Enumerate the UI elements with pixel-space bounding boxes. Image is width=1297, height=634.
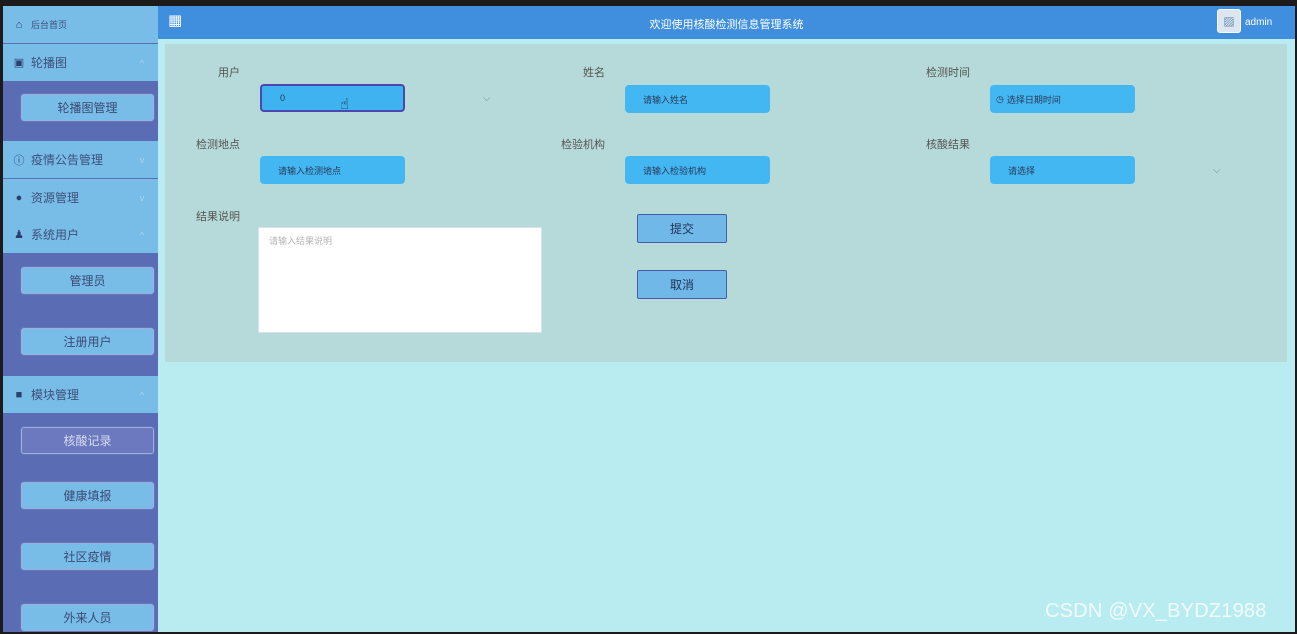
image-icon: ▣ <box>13 57 25 69</box>
chevron-down-icon: v <box>139 154 145 165</box>
app-window: ⌂ 后台首页 ▣ 轮播图 ^ 轮播图管理 ⓘ 疫情公告管理 v ● 资源管理 v… <box>0 0 1297 634</box>
description-placeholder: 请输入结果说明 <box>269 236 333 246</box>
chevron-down-icon: v <box>139 192 145 203</box>
test-location-label: 检测地点 <box>196 139 240 151</box>
name-label: 姓名 <box>583 67 605 79</box>
sidebar-item-label: 轮播图管理 <box>57 101 118 115</box>
sidebar-group-modules[interactable]: ■ 模块管理 ^ <box>3 376 158 413</box>
sidebar-group-label: 模块管理 <box>31 388 80 402</box>
user-label: 用户 <box>218 67 240 79</box>
sidebar-group-label: 资源管理 <box>31 191 80 205</box>
page-title: 欢迎使用核酸检测信息管理系统 <box>649 19 804 31</box>
result-description-textarea[interactable]: 请输入结果说明 <box>258 227 542 333</box>
sidebar-item-label: 外来人员 <box>63 611 112 625</box>
clock-icon: ◷ <box>996 93 1004 104</box>
home-icon: ⌂ <box>15 18 23 31</box>
user-select-value: 0 <box>280 93 286 103</box>
sidebar-item-health-report[interactable]: 健康填报 <box>20 481 155 510</box>
cancel-button[interactable]: 取消 <box>637 270 727 299</box>
sidebar-item-label: 后台首页 <box>31 20 68 30</box>
avatar-image-icon[interactable]: ▨ <box>1217 9 1241 33</box>
location-input[interactable]: 请输入检测地点 <box>260 156 405 184</box>
result-select[interactable]: 请选择 <box>990 156 1135 184</box>
organization-label: 检验机构 <box>561 139 605 151</box>
info-circle-icon: ⓘ <box>13 154 25 167</box>
grid-icon: ■ <box>15 388 23 401</box>
test-time-label: 检测时间 <box>926 67 970 79</box>
sidebar-group-system-users[interactable]: ♟ 系统用户 ^ <box>3 216 158 253</box>
sidebar-item-label: 社区疫情 <box>63 550 112 564</box>
location-pin-icon: ● <box>15 191 23 204</box>
sidebar-item-community-epidemic[interactable]: 社区疫情 <box>20 542 155 571</box>
result-placeholder: 请选择 <box>1008 165 1036 176</box>
organization-input[interactable]: 请输入检验机构 <box>625 156 770 184</box>
chevron-up-icon: ^ <box>139 229 145 240</box>
main-content: 用户 0 ⌵ ☝ 姓名 请输入姓名 检测时间 ◷ 选择日期时间 检测地点 请输入… <box>158 39 1295 632</box>
chevron-up-icon: ^ <box>139 389 145 400</box>
datetime-picker[interactable]: ◷ 选择日期时间 <box>990 85 1135 113</box>
sidebar-item-carousel-manage[interactable]: 轮播图管理 <box>20 93 155 122</box>
sidebar-group-announcements[interactable]: ⓘ 疫情公告管理 v <box>3 141 158 178</box>
result-description-label: 结果说明 <box>196 211 240 223</box>
hand-cursor-icon: ☝ <box>340 96 350 113</box>
sidebar-item-visitors[interactable]: 外来人员 <box>20 603 155 632</box>
sidebar-item-label: 健康填报 <box>63 489 112 503</box>
sidebar-item-registered-users[interactable]: 注册用户 <box>20 327 155 356</box>
submit-label: 提交 <box>669 222 694 236</box>
sidebar-item-nucleic-records[interactable]: 核酸记录 <box>20 426 155 455</box>
chevron-up-icon: ^ <box>139 57 145 68</box>
sidebar-item-label: 注册用户 <box>63 335 112 349</box>
datetime-placeholder: 选择日期时间 <box>1006 94 1061 105</box>
sidebar-group-resources[interactable]: ● 资源管理 v <box>3 179 158 216</box>
sidebar-item-admins[interactable]: 管理员 <box>20 266 155 295</box>
user-icon: ♟ <box>14 229 24 241</box>
sidebar-group-label: 系统用户 <box>31 228 80 242</box>
sidebar-item-home[interactable]: ⌂ 后台首页 <box>3 6 158 43</box>
result-label: 核酸结果 <box>926 139 970 151</box>
username[interactable]: admin <box>1245 17 1272 28</box>
sidebar-group-label: 疫情公告管理 <box>31 153 104 167</box>
sidebar-group-label: 轮播图 <box>31 56 68 70</box>
location-placeholder: 请输入检测地点 <box>278 165 342 176</box>
cancel-label: 取消 <box>669 278 694 292</box>
chevron-down-icon[interactable]: ⌵ <box>1213 165 1221 176</box>
top-header: ▦ 欢迎使用核酸检测信息管理系统 ▨ admin <box>158 6 1295 39</box>
watermark: CSDN @VX_BYDZ1988 <box>1045 600 1267 622</box>
organization-placeholder: 请输入检验机构 <box>643 165 707 176</box>
form-panel: 用户 0 ⌵ ☝ 姓名 请输入姓名 检测时间 ◷ 选择日期时间 检测地点 请输入… <box>165 44 1287 362</box>
sidebar-item-label: 管理员 <box>69 274 106 288</box>
name-input[interactable]: 请输入姓名 <box>625 85 770 113</box>
chevron-down-icon[interactable]: ⌵ <box>483 93 491 104</box>
submit-button[interactable]: 提交 <box>637 214 727 243</box>
sidebar: ⌂ 后台首页 ▣ 轮播图 ^ 轮播图管理 ⓘ 疫情公告管理 v ● 资源管理 v… <box>3 6 158 632</box>
user-select[interactable]: 0 <box>260 84 405 112</box>
sidebar-item-label: 核酸记录 <box>63 434 112 448</box>
name-placeholder: 请输入姓名 <box>643 94 689 105</box>
sidebar-group-carousel[interactable]: ▣ 轮播图 ^ <box>3 44 158 81</box>
